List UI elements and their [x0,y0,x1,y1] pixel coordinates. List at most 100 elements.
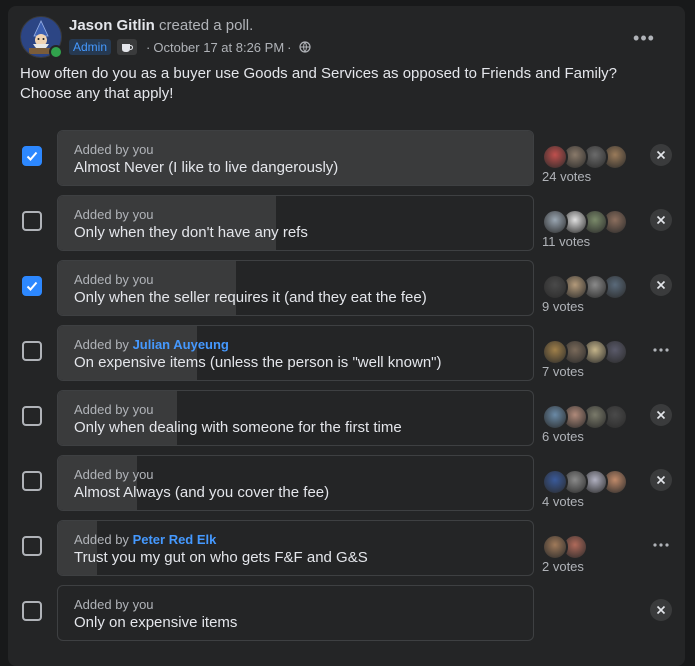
online-status-dot [49,45,63,59]
votes-count[interactable]: 11 votes [542,234,590,249]
option-more-button[interactable] [650,534,672,556]
option-checkbox[interactable] [22,276,42,296]
close-icon [656,150,666,160]
added-by-name: you [132,597,154,612]
option-label: Almost Always (and you cover the fee) [74,484,330,501]
poll-option: Added by you Only on expensive items [8,583,685,641]
remove-option-button[interactable] [650,469,672,491]
poll-question: How often do you as a buyer use Goods an… [20,65,618,102]
close-icon [656,475,666,485]
remove-option-button[interactable] [650,274,672,296]
option-vote-button[interactable]: Added by Peter Red Elk Trust you my gut o… [57,520,534,576]
poll-option: Added by you Almost Never (I like to live… [8,128,685,186]
voter-avatar [542,534,568,560]
voter-avatar [542,404,568,430]
added-by-name: you [132,272,154,287]
post-more-options-button[interactable]: ••• [630,24,658,52]
votes-count[interactable]: 2 votes [542,559,584,574]
remove-option-button[interactable] [650,144,672,166]
added-by-prefix: Added by [74,467,129,482]
added-by-label: Added by you [74,402,154,417]
votes-count[interactable]: 6 votes [542,429,584,444]
option-label: On expensive items (unless the person is… [74,354,442,371]
more-icon [653,348,669,352]
option-vote-button[interactable]: Added by you Only when the seller require… [57,260,534,316]
added-by-label: Added by you [74,142,154,157]
voter-avatar [542,144,568,170]
meta-separator: · [146,39,151,55]
option-label: Only when they don't have any refs [74,224,308,241]
option-checkbox[interactable] [22,341,42,361]
added-by-name: you [132,142,154,157]
option-vote-button[interactable]: Added by you Only when they don't have an… [57,195,534,251]
added-by-label: Added by Julian Auyeung [74,337,229,352]
added-by-label: Added by you [74,467,154,482]
audience-globe-icon[interactable] [298,41,311,53]
coffee-cup-icon[interactable] [117,39,138,55]
added-by-name: you [132,402,154,417]
remove-option-button[interactable] [650,599,672,621]
votes-count[interactable]: 4 votes [542,494,584,509]
vote-share-bar [58,326,197,380]
post-timestamp[interactable]: October 17 at 8:26 PM [153,40,284,55]
added-by-name[interactable]: Peter Red Elk [133,532,217,547]
remove-option-button[interactable] [650,209,672,231]
author-line: Jason Gitlin created a poll. [69,17,253,34]
option-vote-button[interactable]: Added by you Almost Never (I like to live… [57,130,534,186]
option-vote-button[interactable]: Added by you Only when dealing with someo… [57,390,534,446]
checkmark-icon [26,281,38,291]
added-by-label: Added by you [74,272,154,287]
option-checkbox[interactable] [22,146,42,166]
poll-option: Added by you Only when they don't have an… [8,193,685,251]
option-checkbox[interactable] [22,536,42,556]
post-action-text: created a poll. [159,17,254,34]
votes-count[interactable]: 24 votes [542,169,591,184]
vote-share-bar [58,196,276,250]
option-checkbox[interactable] [22,601,42,621]
close-icon [656,280,666,290]
option-label: Trust you my gut on who gets F&F and G&S [74,549,368,566]
option-checkbox[interactable] [22,471,42,491]
option-vote-button[interactable]: Added by Julian Auyeung On expensive item… [57,325,534,381]
option-label: Only when dealing with someone for the f… [74,419,402,436]
poll-option: Added by Peter Red Elk Trust you my gut o… [8,518,685,576]
added-by-name: you [132,207,154,222]
checkmark-icon [26,151,38,161]
remove-option-button[interactable] [650,404,672,426]
vote-share-bar [58,521,97,575]
added-by-prefix: Added by [74,142,129,157]
votes-count[interactable]: 7 votes [542,364,584,379]
admin-badge[interactable]: Admin [69,39,112,55]
poll-option: Added by you Only when dealing with someo… [8,388,685,446]
voter-avatar [542,274,568,300]
voter-avatar [542,209,568,235]
author-name[interactable]: Jason Gitlin [69,17,155,34]
option-checkbox[interactable] [22,406,42,426]
option-label: Only when the seller requires it (and th… [74,289,427,306]
vote-share-bar [58,261,236,315]
added-by-prefix: Added by [74,597,129,612]
added-by-prefix: Added by [74,402,129,417]
option-label: Almost Never (I like to live dangerously… [74,159,339,176]
option-vote-button[interactable]: Added by you Only on expensive items [57,585,534,641]
added-by-name[interactable]: Julian Auyeung [133,337,229,352]
added-by-prefix: Added by [74,207,129,222]
votes-count[interactable]: 9 votes [542,299,584,314]
added-by-name: you [132,467,154,482]
close-icon [656,410,666,420]
vote-share-bar [58,391,177,445]
added-by-label: Added by you [74,597,154,612]
post-meta: Admin · October 17 at 8:26 PM · [69,38,311,56]
vote-share-bar [58,131,533,185]
meta-separator: · [287,39,292,55]
option-more-button[interactable] [650,339,672,361]
voter-avatar [542,339,568,365]
post-header: Jason Gitlin created a poll. Admin · Oct… [20,16,670,66]
option-vote-button[interactable]: Added by you Almost Always (and you cover… [57,455,534,511]
poll-option: Added by you Only when the seller require… [8,258,685,316]
option-checkbox[interactable] [22,211,42,231]
vote-share-bar [58,456,137,510]
close-icon [656,605,666,615]
voter-avatar [542,469,568,495]
option-label: Only on expensive items [74,614,238,631]
